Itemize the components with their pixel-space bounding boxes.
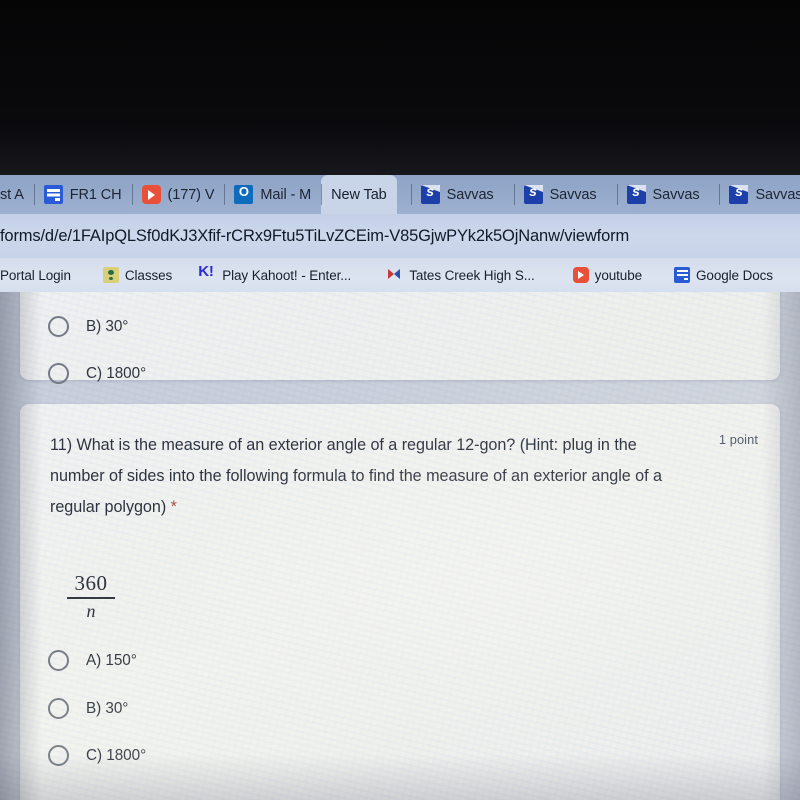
option-c[interactable]: C) 1800° — [48, 745, 146, 766]
school-icon — [387, 267, 403, 283]
previous-option-b[interactable]: B) 30° — [48, 316, 128, 337]
bookmark-tates-creek-high-school[interactable]: Tates Creek High S... — [378, 267, 543, 283]
browser-tab-label: Savvas — [652, 186, 700, 203]
question-body: 11) What is the measure of an exterior a… — [50, 436, 662, 516]
browser-tab-1[interactable]: FR1 CH — [33, 175, 132, 214]
browser-tab-3[interactable]: Mail - M — [224, 175, 321, 214]
browser-tab-savvas-4[interactable]: Savvas — [719, 175, 800, 214]
radio-button[interactable] — [48, 698, 69, 719]
browser-tab-label: Savvas — [549, 186, 597, 203]
option-label: B) 30° — [86, 699, 129, 717]
option-label: A) 150° — [86, 651, 137, 669]
savvas-icon — [523, 183, 543, 204]
bookmark-label: youtube — [594, 267, 643, 283]
required-marker: * — [170, 498, 177, 516]
bookmark-label: Portal Login — [0, 267, 71, 283]
browser-tab-label: Mail - M — [260, 186, 312, 203]
browser-tab-label: Savvas — [755, 186, 800, 203]
browser-tab-2[interactable]: (177) V — [131, 175, 225, 214]
screen-bezel-top — [0, 0, 800, 175]
option-label: B) 30° — [86, 317, 129, 335]
browser-tab-0[interactable]: st A — [0, 175, 34, 214]
google-classroom-icon — [102, 267, 119, 283]
browser-tab-label: New Tab — [331, 186, 387, 203]
bookmark-classes[interactable]: Classes — [94, 267, 181, 283]
formula-image-360-over-n: 360 n — [67, 572, 115, 621]
form-question-card-previous: B) 30° C) 1800° — [20, 292, 780, 384]
browser-tab-new-tab[interactable]: New Tab — [321, 175, 397, 214]
radio-button[interactable] — [48, 745, 69, 766]
fraction-bar — [67, 597, 115, 599]
bookmark-label: Google Docs — [696, 267, 773, 283]
savvas-icon — [626, 183, 646, 204]
option-b[interactable]: B) 30° — [48, 698, 128, 719]
option-label: C) 1800° — [86, 364, 147, 382]
browser-tab-label: st A — [0, 186, 24, 203]
bookmark-label: Classes — [124, 267, 173, 283]
address-bar-url: forms/d/e/1FAIpQLSf0dKJ3Xfif-rCRx9Ftu5Ti… — [0, 226, 630, 245]
question-text: 11) What is the measure of an exterior a… — [50, 430, 670, 523]
browser-tab-savvas-3[interactable]: Savvas — [616, 175, 710, 214]
browser-tab-label: (177) V — [167, 186, 215, 203]
previous-option-c[interactable]: C) 1800° — [48, 363, 146, 384]
google-form-page: B) 30° C) 1800° 11) What is the measure … — [0, 292, 800, 800]
laptop-screen-photo: st A FR1 CH (177) V Mail - M New Tab Sav… — [0, 0, 800, 800]
tab-divider — [33, 184, 35, 205]
bookmark-play-kahoot[interactable]: Play Kahoot! - Enter... — [191, 263, 360, 283]
radio-button[interactable] — [48, 316, 69, 337]
radio-button[interactable] — [48, 363, 69, 384]
browser-tab-label: Savvas — [446, 186, 494, 203]
fraction-denominator: n — [86, 600, 96, 621]
savvas-icon — [729, 183, 749, 204]
browser-tab-savvas-1[interactable]: Savvas — [410, 175, 504, 214]
option-a[interactable]: A) 150° — [48, 650, 137, 671]
tab-divider — [224, 184, 226, 205]
fraction-numerator: 360 — [74, 571, 108, 595]
tab-divider — [513, 184, 515, 205]
radio-button[interactable] — [48, 650, 69, 671]
tab-divider — [719, 184, 721, 205]
bookmarks-bar: Portal Login Classes Play Kahoot! - Ente… — [0, 258, 800, 292]
tab-divider — [410, 184, 412, 205]
tab-divider — [616, 184, 618, 205]
bookmark-portal-login[interactable]: Portal Login — [0, 268, 80, 283]
bookmark-google-docs[interactable]: Google Docs — [665, 267, 782, 283]
bookmark-youtube[interactable]: youtube — [564, 267, 651, 283]
browser-tab-savvas-2[interactable]: Savvas — [513, 175, 607, 214]
tab-divider — [131, 184, 133, 205]
browser-tab-strip: st A FR1 CH (177) V Mail - M New Tab Sav… — [0, 175, 800, 214]
tab-divider — [321, 184, 323, 205]
bookmark-label: Play Kahoot! - Enter... — [222, 267, 352, 283]
bookmark-label: Tates Creek High S... — [409, 267, 535, 283]
browser-tab-label: FR1 CH — [69, 186, 122, 203]
kahoot-icon — [198, 263, 216, 283]
savvas-icon — [420, 183, 440, 204]
google-docs-icon — [43, 185, 63, 204]
form-question-card-current: 11) What is the measure of an exterior a… — [20, 404, 780, 800]
browser-address-bar[interactable]: forms/d/e/1FAIpQLSf0dKJ3Xfif-rCRx9Ftu5Ti… — [0, 214, 800, 258]
outlook-icon — [234, 184, 254, 204]
question-points-label: 1 point — [718, 432, 758, 447]
option-label: C) 1800° — [86, 746, 147, 764]
google-docs-icon — [674, 267, 691, 283]
youtube-icon — [141, 185, 161, 204]
youtube-icon — [572, 267, 589, 283]
